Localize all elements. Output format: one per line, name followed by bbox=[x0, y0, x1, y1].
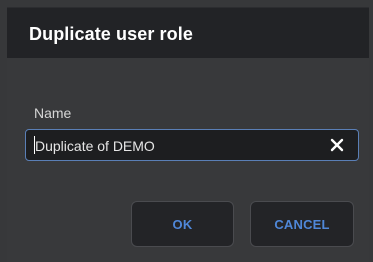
name-input-value[interactable]: Duplicate of DEMO bbox=[35, 138, 155, 154]
ok-button[interactable]: OK bbox=[131, 201, 234, 247]
cancel-button[interactable]: CANCEL bbox=[250, 201, 354, 247]
close-icon[interactable] bbox=[328, 136, 346, 154]
dialog-header: Duplicate user role bbox=[7, 7, 369, 59]
dialog-title: Duplicate user role bbox=[29, 24, 193, 44]
name-input[interactable]: Duplicate of DEMO bbox=[25, 129, 359, 161]
duplicate-role-dialog: Duplicate user role Name Duplicate of DE… bbox=[0, 0, 373, 262]
name-field-label: Name bbox=[34, 105, 72, 121]
